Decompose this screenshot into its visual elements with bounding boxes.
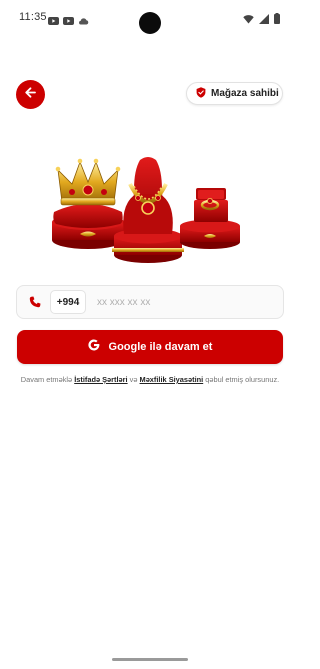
shield-check-icon [196,85,206,103]
terms-suffix: qəbul etmiş olursunuz. [203,375,280,384]
google-icon [87,338,100,356]
phone-icon [28,295,42,309]
system-icons [243,11,280,29]
notification-icons [48,12,89,30]
phone-number-input[interactable] [97,296,247,308]
google-signin-button[interactable]: Google ilə davam et [17,330,283,364]
terms-notice: Davam etməklə İstifadə Şərtləri və Məxfi… [10,375,290,384]
arrow-left-icon [24,86,37,104]
youtube-icon [48,12,59,30]
back-button[interactable] [16,80,45,109]
cloud-icon [78,12,89,30]
terms-prefix: Davam etməklə [20,375,75,384]
store-owner-label: Mağaza sahibi [211,88,279,99]
front-camera [139,12,161,34]
country-code-selector[interactable]: +994 [50,290,86,314]
wifi-icon [243,11,254,29]
signal-icon [259,11,269,29]
gesture-nav-handle[interactable] [112,658,188,661]
store-owner-button[interactable]: Mağaza sahibi [186,82,283,105]
battery-icon [274,11,280,29]
status-time: 11:35 [19,11,47,23]
status-bar: 11:35 [0,0,300,36]
privacy-policy-link[interactable]: Məxfilik Siyasətini [140,375,204,384]
phone-input-group: +994 [16,285,284,319]
jewelry-display-image [50,150,245,265]
terms-middle: və [127,375,140,384]
terms-of-use-link[interactable]: İstifadə Şərtləri [74,375,127,384]
youtube-icon [63,12,74,30]
google-signin-label: Google ilə davam et [108,341,213,353]
